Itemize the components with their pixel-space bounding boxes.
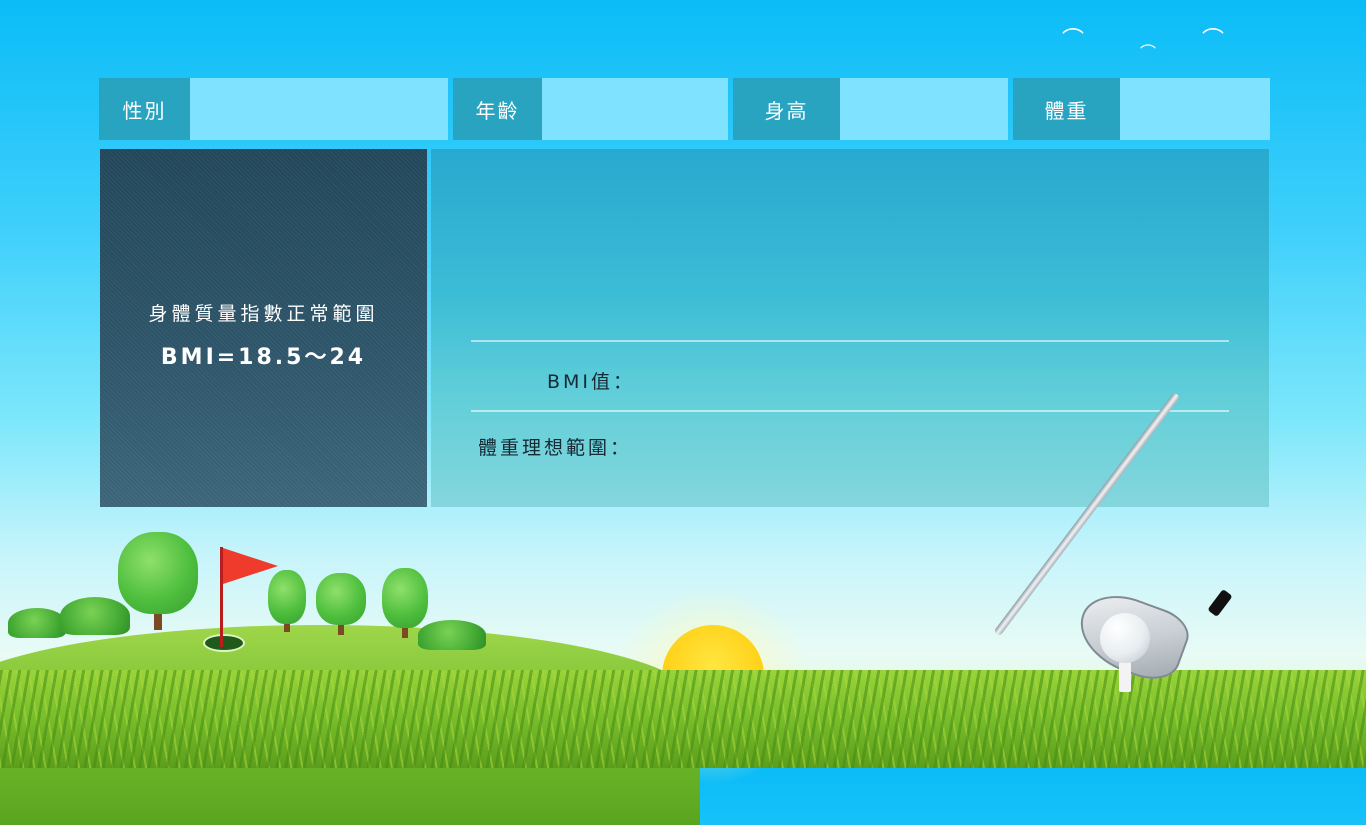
- bush-icon: [8, 608, 66, 638]
- result-panel: BMI值： 體重理想範圍：: [431, 149, 1269, 507]
- height-field-container: [840, 78, 1008, 140]
- bird-icon: ⌒: [1202, 28, 1225, 53]
- gender-field-container: [190, 78, 448, 140]
- ideal-weight-label: 體重理想範圍：: [478, 437, 633, 459]
- bird-icon: ⌒: [1062, 28, 1085, 53]
- gender-input[interactable]: [190, 78, 448, 140]
- age-label: 年齡: [453, 78, 542, 140]
- weight-label: 體重: [1013, 78, 1120, 140]
- bmi-value-label: BMI值：: [547, 371, 636, 393]
- weight-input[interactable]: [1120, 78, 1270, 140]
- weight-field-container: [1120, 78, 1270, 140]
- golf-hole: [203, 634, 245, 652]
- bmi-normal-range-title: 身體質量指數正常範圍: [148, 303, 379, 325]
- tree-icon: [316, 573, 366, 635]
- bush-icon: [418, 620, 486, 650]
- bird-icon: ⌒: [1140, 43, 1157, 62]
- golf-club-grip: [1207, 589, 1233, 617]
- bmi-normal-range-panel: 身體質量指數正常範圍 BMI=18.5～24: [100, 149, 427, 507]
- age-input[interactable]: [542, 78, 728, 140]
- height-input[interactable]: [840, 78, 1008, 140]
- flag-icon: [223, 548, 278, 584]
- golf-tee-icon: [1119, 662, 1131, 692]
- divider: [471, 340, 1229, 342]
- tree-icon: [118, 532, 198, 632]
- bmi-normal-range-value: BMI=18.5～24: [160, 345, 367, 370]
- gender-label: 性別: [99, 78, 190, 140]
- tree-icon: [382, 568, 428, 638]
- golf-ball-icon: [1100, 613, 1150, 663]
- input-bar: 性別 年齡 身高 體重: [99, 78, 1270, 140]
- age-field-container: [542, 78, 728, 140]
- grass: [0, 670, 1366, 768]
- height-label: 身高: [733, 78, 840, 140]
- divider: [471, 410, 1229, 412]
